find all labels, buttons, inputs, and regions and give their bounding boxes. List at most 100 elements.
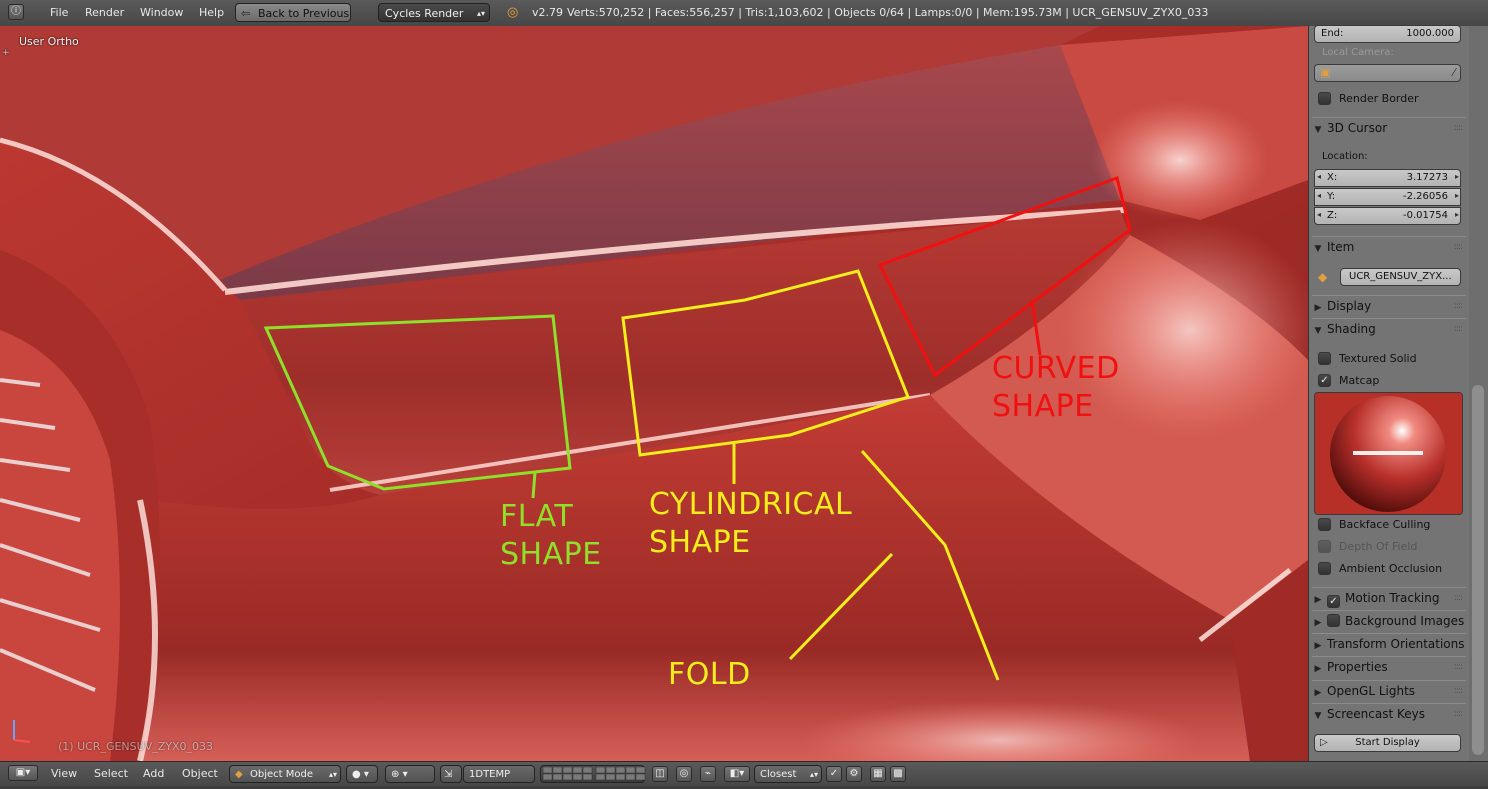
render-animation-icon[interactable]: ▩ xyxy=(890,766,906,782)
eyedropper-icon[interactable]: ⁄ xyxy=(1453,66,1455,79)
render-engine-select[interactable]: Cycles Render ▴▾ xyxy=(378,3,490,22)
proportional-edit-icon[interactable]: ◎ xyxy=(676,766,692,782)
chevron-updown-icon: ▴▾ xyxy=(476,9,485,18)
sidebar-scroll-thumb[interactable] xyxy=(1472,385,1484,755)
loc-x-value: 3.17273 xyxy=(1406,172,1448,183)
ambient-occlusion-checkbox[interactable] xyxy=(1318,562,1331,575)
start-display-button[interactable]: ▷ Start Display xyxy=(1314,734,1461,752)
panel-motion-tracking[interactable]: ▶ ✓ Motion Tracking:::: xyxy=(1312,587,1466,609)
align-rotation-icon[interactable]: ✓ xyxy=(826,766,842,782)
editor-type-icon[interactable]: ⓘ xyxy=(8,4,24,20)
matcap-label: Matcap xyxy=(1339,374,1380,387)
decrement-arrow-icon[interactable]: ◂ xyxy=(1317,172,1321,181)
curved-annotation-line1: CURVED xyxy=(992,351,1120,386)
panel-properties[interactable]: ▶ Properties:::: xyxy=(1312,656,1466,678)
menu-window[interactable]: Window xyxy=(140,0,183,26)
drag-grip-icon[interactable]: :::: xyxy=(1454,319,1463,340)
textured-solid-checkbox[interactable] xyxy=(1318,352,1331,365)
increment-arrow-icon[interactable]: ▸ xyxy=(1455,172,1459,181)
matcap-sphere-image xyxy=(1315,393,1462,514)
3d-viewport[interactable]: User Ortho + (1) UCR_GENSUV_ZYX0_033 FLA… xyxy=(0,26,1308,761)
collapsed-triangle-icon: ▶ xyxy=(1314,688,1322,698)
panel-shading[interactable]: ▼ Shading:::: xyxy=(1312,318,1466,340)
menu-add[interactable]: Add xyxy=(143,762,164,786)
drag-grip-icon[interactable]: :::: xyxy=(1454,296,1463,317)
pivot-icon: ⊕ xyxy=(391,769,400,780)
menu-object[interactable]: Object xyxy=(182,762,218,786)
drag-grip-icon[interactable]: :::: xyxy=(1454,681,1463,702)
drag-grip-icon[interactable]: :::: xyxy=(1454,588,1463,609)
menu-select[interactable]: Select xyxy=(94,762,128,786)
loc-z-value: -0.01754 xyxy=(1403,210,1448,221)
layer-buttons-icon xyxy=(542,766,646,781)
editor-type-3dview-icon[interactable]: ▣▾ xyxy=(8,765,38,781)
render-border-checkbox[interactable] xyxy=(1318,92,1331,105)
lock-camera-icon[interactable]: ◫ xyxy=(652,766,668,782)
location-label: Location: xyxy=(1322,151,1368,162)
blender-logo-icon: ◎ xyxy=(507,5,519,20)
backface-culling-checkbox[interactable] xyxy=(1318,518,1331,531)
back-to-previous-button[interactable]: ⇦ Back to Previous xyxy=(235,3,351,22)
increment-arrow-icon[interactable]: ▸ xyxy=(1455,210,1459,219)
panel-opengl-lights-title: OpenGL Lights xyxy=(1327,684,1416,698)
menu-render[interactable]: Render xyxy=(85,0,124,26)
panel-3d-cursor[interactable]: ▼ 3D Cursor:::: xyxy=(1312,117,1466,139)
expanded-triangle-icon: ▼ xyxy=(1314,125,1322,135)
cursor-location-y[interactable]: ◂ Y: -2.26056 ▸ xyxy=(1314,188,1461,206)
layer-name-field[interactable]: 1DTEMP xyxy=(463,765,535,783)
end-value: 1000.000 xyxy=(1406,28,1454,39)
menu-file[interactable]: File xyxy=(50,0,68,26)
panel-item-title: Item xyxy=(1327,240,1355,254)
object-name-field[interactable]: UCR_GENSUV_ZYX... xyxy=(1340,268,1461,286)
panel-screencast-keys[interactable]: ▼ Screencast Keys:::: xyxy=(1312,703,1466,725)
back-to-previous-label: Back to Previous xyxy=(258,7,350,20)
motion-tracking-checkbox[interactable]: ✓ xyxy=(1327,595,1340,608)
snap-toggle-icon[interactable]: ⌁ xyxy=(700,766,716,782)
panel-transform-orientations[interactable]: ▶ Transform Orientations xyxy=(1312,633,1466,655)
panel-background-images[interactable]: ▶ Background Images xyxy=(1312,610,1466,632)
collapsed-triangle-icon: ▶ xyxy=(1314,303,1322,313)
drag-grip-icon[interactable]: :::: xyxy=(1454,237,1463,258)
drag-grip-icon[interactable]: :::: xyxy=(1454,657,1463,678)
mode-select[interactable]: ◆ Object Mode ▴▾ xyxy=(229,765,341,783)
render-still-icon[interactable]: ▦ xyxy=(870,766,886,782)
snap-target-select[interactable]: Closest ▴▾ xyxy=(754,765,822,783)
chevron-updown-icon: ▴▾ xyxy=(328,770,337,779)
matcap-preview[interactable] xyxy=(1314,392,1463,515)
menu-view[interactable]: View xyxy=(51,762,77,786)
plus-icon[interactable]: + xyxy=(2,48,10,58)
snap-project-icon[interactable]: ⚙ xyxy=(846,766,862,782)
solid-shading-icon: ● xyxy=(352,769,361,780)
snap-element-icon[interactable]: ◧▾ xyxy=(724,766,750,782)
pivot-point-select[interactable]: ⊕ ▾ xyxy=(385,765,435,783)
object-mode-icon: ◆ xyxy=(235,769,243,780)
menu-help[interactable]: Help xyxy=(199,0,224,26)
panel-opengl-lights[interactable]: ▶ OpenGL Lights:::: xyxy=(1312,680,1466,702)
frame-end-field[interactable]: End: 1000.000 xyxy=(1314,25,1461,43)
manipulator-toggle[interactable]: ⇲ xyxy=(440,765,462,783)
panel-screencast-keys-title: Screencast Keys xyxy=(1327,707,1425,721)
decrement-arrow-icon[interactable]: ◂ xyxy=(1317,210,1321,219)
info-header: ⓘ File Render Window Help ⇦ Back to Prev… xyxy=(0,0,1488,27)
viewport-shading-select[interactable]: ● ▾ xyxy=(346,765,378,783)
background-images-checkbox[interactable] xyxy=(1327,614,1340,627)
panel-item[interactable]: ▼ Item:::: xyxy=(1312,236,1466,258)
layer-grid[interactable] xyxy=(540,765,646,783)
depth-of-field-checkbox[interactable] xyxy=(1318,540,1331,553)
drag-grip-icon[interactable]: :::: xyxy=(1454,704,1463,725)
local-camera-field[interactable]: ▣ ⁄ xyxy=(1314,64,1461,82)
chevron-updown-icon: ▴▾ xyxy=(809,770,818,779)
loc-y-label: Y: xyxy=(1327,191,1336,202)
expanded-triangle-icon: ▼ xyxy=(1314,244,1322,254)
matcap-checkbox[interactable]: ✓ xyxy=(1318,374,1331,387)
cylindrical-annotation-line1: CYLINDRICAL xyxy=(649,487,853,522)
cursor-location-x[interactable]: ◂ X: 3.17273 ▸ xyxy=(1314,169,1461,187)
scene-stats: Verts:570,252 | Faces:556,257 | Tris:1,1… xyxy=(567,6,1209,19)
drag-grip-icon[interactable]: :::: xyxy=(1454,118,1463,139)
increment-arrow-icon[interactable]: ▸ xyxy=(1455,191,1459,200)
play-icon: ▷ xyxy=(1320,737,1328,748)
panel-display[interactable]: ▶ Display:::: xyxy=(1312,295,1466,317)
cursor-location-z[interactable]: ◂ Z: -0.01754 ▸ xyxy=(1314,207,1461,225)
decrement-arrow-icon[interactable]: ◂ xyxy=(1317,191,1321,200)
camera-icon: ▣ xyxy=(1320,66,1331,79)
